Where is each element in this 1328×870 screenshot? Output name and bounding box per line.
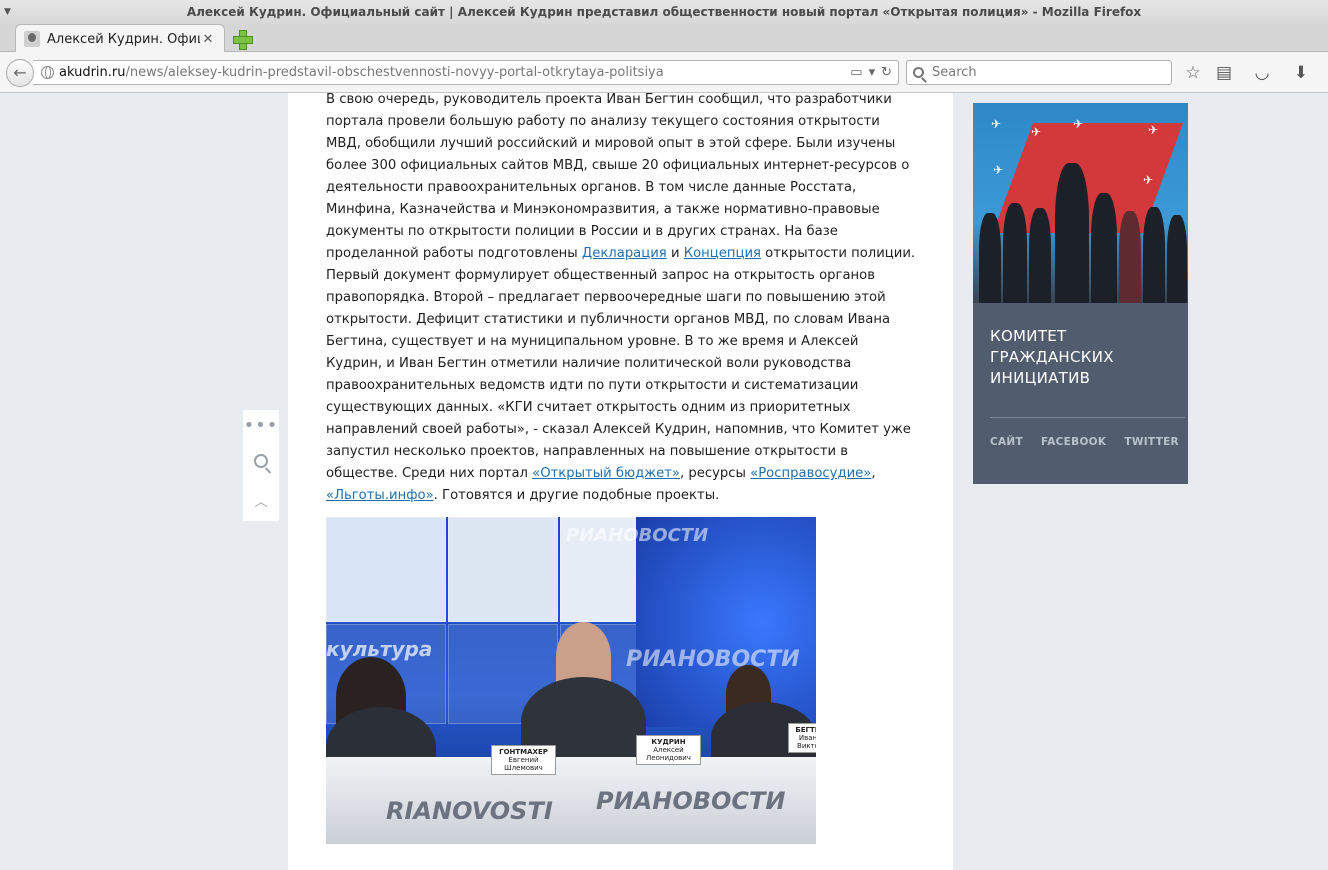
lgoty-info-link[interactable]: «Льготы.инфо»: [326, 488, 434, 503]
nameplate-subtitle: Алексей Леонидович: [646, 746, 691, 762]
bookmark-star-icon[interactable]: ☆: [1182, 62, 1204, 84]
nameplate-gontmakher: ГОНТМАХЕР Евгений Шлемович: [491, 745, 556, 775]
downloads-icon[interactable]: ⬇: [1290, 62, 1312, 84]
window-menu-icon[interactable]: ▼: [4, 0, 11, 24]
dove-icon: ✈: [1073, 117, 1084, 131]
navigation-toolbar: akudrin.ru /news/aleksey-kudrin-predstav…: [0, 52, 1328, 93]
press-conference-photo: РИАНОВОСТИ РИАНОВОСТИ культура RIANOVOST…: [326, 517, 816, 844]
back-button[interactable]: ←: [6, 59, 34, 87]
new-tab-button[interactable]: [233, 30, 253, 50]
bookmarks-menu-icon[interactable]: ▤: [1213, 62, 1235, 84]
concept-link[interactable]: Концепция: [684, 246, 761, 261]
page-viewport: В свою очередь, руководитель проекта Ива…: [0, 93, 1328, 870]
dove-icon: ✈: [1148, 123, 1159, 137]
nameplate-name: ГОНТМАХЕР: [499, 748, 548, 756]
crowd-person: [1091, 193, 1117, 303]
nameplate-name: КУДРИН: [651, 738, 686, 746]
paragraph-text: ,: [871, 466, 876, 481]
rospravosudie-link[interactable]: «Росправосудие»: [750, 466, 871, 481]
crowd-person: [979, 213, 1001, 303]
site-identity-icon[interactable]: [41, 66, 54, 79]
paragraph-text: , ресурсы: [680, 466, 751, 481]
article-column: В свою очередь, руководитель проекта Ива…: [288, 93, 953, 870]
kgi-event-photo: ✈ ✈ ✈ ✈ ✈ ✈: [973, 103, 1188, 303]
nameplate-name: БЕГТИ: [795, 726, 816, 734]
search-bar[interactable]: Search: [906, 60, 1172, 85]
pocket-icon[interactable]: ◡: [1251, 62, 1273, 84]
kgi-title[interactable]: КОМИТЕТ ГРАЖДАНСКИХ ИНИЦИАТИВ: [990, 326, 1180, 389]
dove-icon: ✈: [993, 163, 1004, 177]
kgi-site-link[interactable]: САЙТ: [990, 436, 1023, 448]
paragraph-text: В свою очередь, руководитель проекта Ива…: [326, 93, 910, 261]
favicon-icon: [24, 31, 40, 47]
search-icon[interactable]: [254, 453, 268, 468]
kgi-facebook-link[interactable]: FACEBOOK: [1041, 436, 1106, 448]
nameplate-subtitle: Иван Викто: [797, 734, 816, 750]
paragraph-text: . Готовятся и другие подобные проекты.: [433, 488, 720, 503]
crowd-person: [1055, 163, 1089, 303]
open-budget-link[interactable]: «Открытый бюджет»: [532, 466, 680, 481]
desk-logo: РИАНОВОСТИ: [596, 787, 786, 815]
crowd-person: [1003, 203, 1027, 303]
declaration-link[interactable]: Декларация: [582, 246, 667, 261]
window-title: Алексей Кудрин. Официальный сайт | Алекс…: [186, 5, 1142, 19]
dove-icon: ✈: [1143, 173, 1154, 187]
tab-active[interactable]: Алексей Кудрин. Официа ✕: [15, 24, 225, 53]
crowd-person: [1167, 215, 1187, 303]
close-tab-icon[interactable]: ✕: [200, 32, 216, 47]
back-arrow-icon: ←: [13, 63, 27, 82]
nameplate-begtin: БЕГТИ Иван Викто: [788, 723, 816, 753]
dove-icon: ✈: [991, 117, 1002, 131]
kgi-links: САЙТ FACEBOOK TWITTER: [990, 436, 1179, 448]
backdrop-logo: РИАНОВОСТИ: [566, 525, 709, 546]
url-path: /news/aleksey-kudrin-predstavil-obschest…: [125, 65, 664, 80]
url-domain: akudrin.ru: [59, 65, 126, 80]
divider: [990, 417, 1185, 418]
nameplate-subtitle: Евгений Шлемович: [504, 756, 543, 772]
nameplate-kudrin: КУДРИН Алексей Леонидович: [636, 735, 701, 765]
reader-view-icon[interactable]: ▭: [850, 65, 862, 80]
screen-panel: [326, 517, 446, 622]
more-dots-icon[interactable]: •••: [244, 417, 279, 435]
article-paragraph: В свою очередь, руководитель проекта Ива…: [326, 93, 918, 507]
reload-icon[interactable]: ↻: [881, 65, 892, 80]
conference-desk: RIANOVOSTI РИАНОВОСТИ: [326, 757, 816, 844]
crowd-person: [1119, 211, 1141, 303]
search-icon: [913, 67, 924, 78]
kgi-sidebar-card[interactable]: ✈ ✈ ✈ ✈ ✈ ✈ КОМИТЕТ ГРАЖДАНСКИХ ИНИЦИАТИ…: [973, 103, 1188, 484]
tab-title: Алексей Кудрин. Официа: [47, 31, 200, 47]
search-placeholder: Search: [932, 65, 977, 80]
floating-toolbar: ••• ︿: [243, 410, 279, 521]
history-dropdown-icon[interactable]: ▾: [869, 65, 876, 80]
crowd-person: [1143, 207, 1165, 303]
screen-panel: [448, 517, 558, 622]
desk-logo: RIANOVOSTI: [386, 797, 553, 825]
backdrop-logo: РИАНОВОСТИ: [626, 647, 800, 672]
crowd-person: [1029, 208, 1051, 303]
url-bar[interactable]: akudrin.ru /news/aleksey-kudrin-predstav…: [33, 60, 899, 85]
chevron-up-icon[interactable]: ︿: [254, 491, 267, 510]
dove-icon: ✈: [1031, 125, 1042, 139]
paragraph-text: открытости полиции. Первый документ форм…: [326, 246, 916, 481]
tab-bar: Алексей Кудрин. Официа ✕: [0, 24, 1328, 53]
kgi-twitter-link[interactable]: TWITTER: [1124, 436, 1179, 448]
window-titlebar: ▼ Алексей Кудрин. Официальный сайт | Але…: [0, 0, 1328, 24]
paragraph-text: и: [666, 246, 684, 261]
